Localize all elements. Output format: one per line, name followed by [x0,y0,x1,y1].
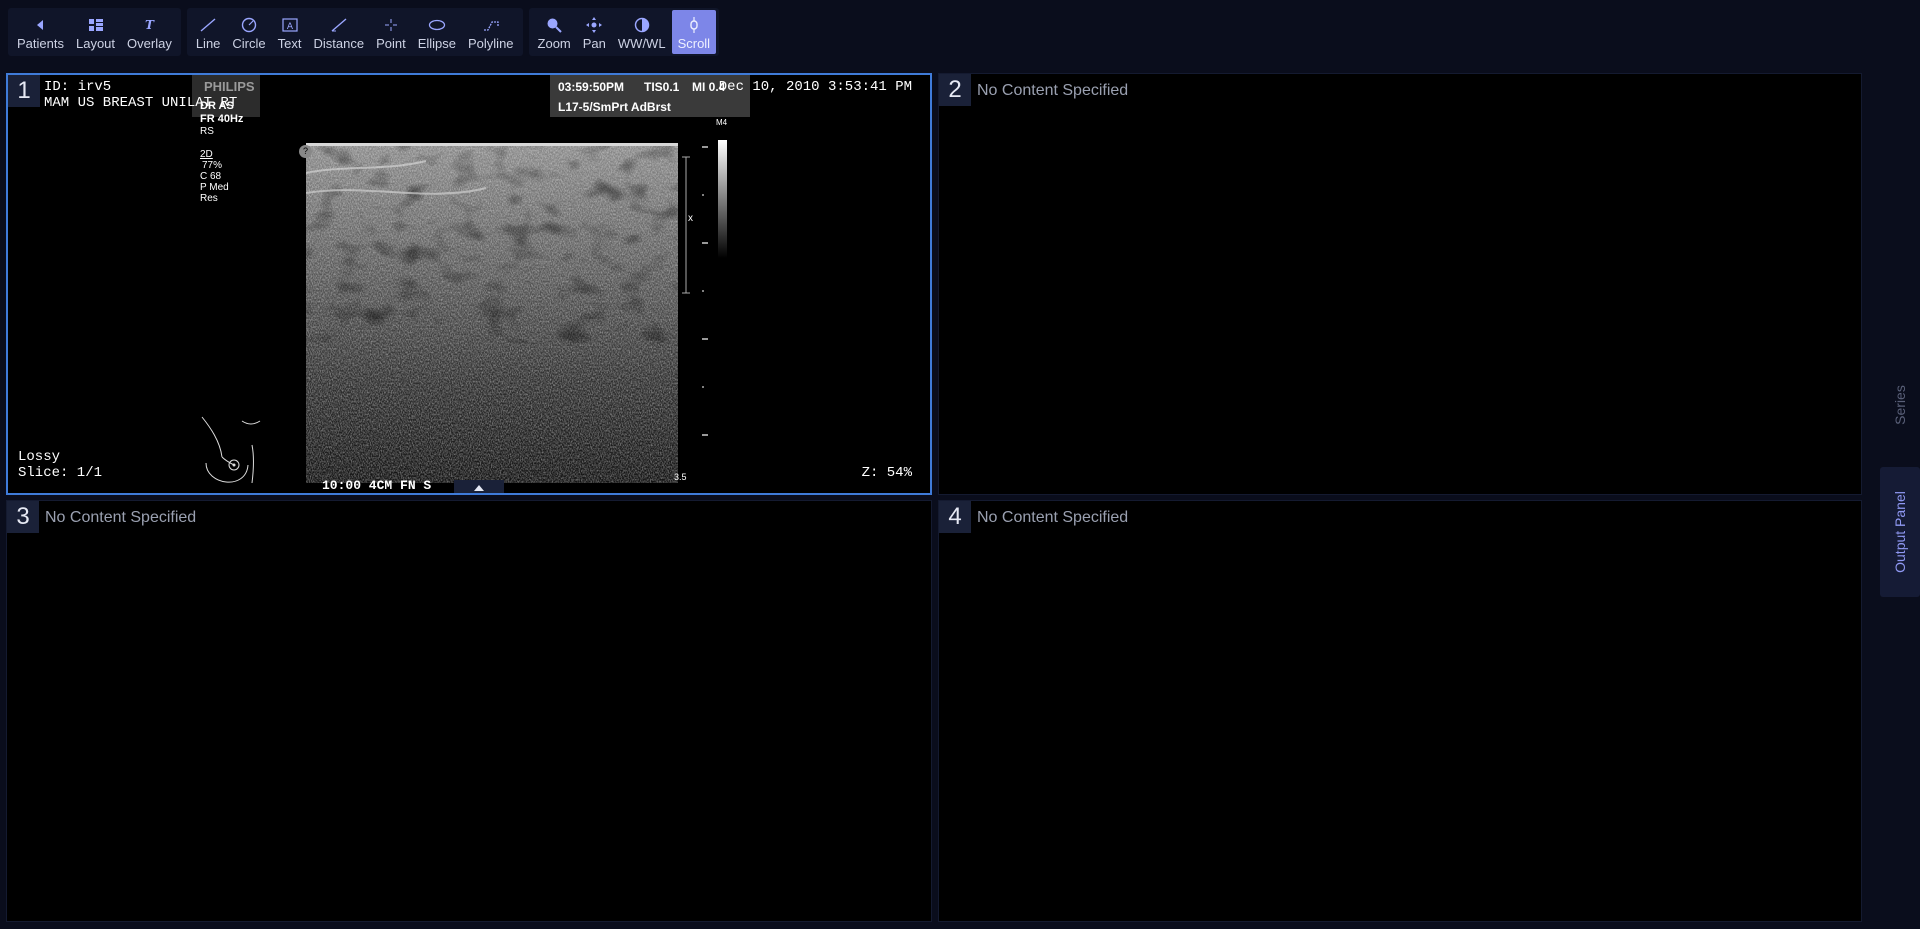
persistence-param: P Med [200,182,229,193]
contrast-icon [634,16,650,34]
acquisition-time: 03:59:50PM [558,80,625,94]
viewport-number: 1 [8,75,40,107]
line-icon [200,16,216,34]
depth-value: 3.5 [674,472,687,482]
study-date: Dec 10, 2010 3:53:41 PM [718,79,912,95]
toolbar-group-image: Zoom Pan WW/WL Scroll [528,8,720,56]
circle-button[interactable]: Circle [226,10,271,54]
distance-button[interactable]: Distance [307,10,370,54]
viewport-number: 2 [939,74,971,106]
pan-icon [586,16,603,34]
tis-value: TIS0.1 [644,80,680,94]
viewport-number: 3 [7,501,39,533]
zoom-level: Z: 54% [861,465,912,481]
zoom-button[interactable]: Zoom [532,10,577,54]
cine-toggle-button[interactable] [454,480,504,493]
focus-marker: x [688,213,693,224]
zoom-icon [546,16,562,34]
chevron-up-icon [474,485,484,491]
layout-grid-icon [88,16,103,34]
svg-text:A: A [286,22,293,32]
patients-label: Patients [17,36,64,51]
rs-param: RS [200,126,214,137]
polyline-label: Polyline [468,36,514,51]
scroll-icon [688,16,700,34]
output-panel-tab[interactable]: Output Panel [1880,467,1920,597]
polyline-button[interactable]: Polyline [462,10,520,54]
overlay-label: Overlay [127,36,172,51]
dr-param: DR AS [200,100,234,112]
viewport-4[interactable]: 4 No Content Specified [938,500,1862,922]
point-button[interactable]: Point [370,10,412,54]
circle-label: Circle [232,36,266,51]
text-icon: A [281,16,298,34]
empty-viewport-message: No Content Specified [977,509,1129,526]
toolbar: Patients Layout T Overlay Line Circle A [8,8,720,56]
toolbar-group-annotations: Line Circle A Text Distance Point Ellips… [186,8,523,56]
series-tab-label: Series [1892,385,1908,425]
clock-probe-position: 10:00 4CM FN S [322,478,432,493]
ellipse-button[interactable]: Ellipse [412,10,462,54]
layout-button[interactable]: Layout [70,10,121,54]
patients-button[interactable]: Patients [11,10,70,54]
frame-rate: FR 40Hz [200,113,244,125]
scroll-button[interactable]: Scroll [671,10,717,54]
compression-label: Lossy [18,449,61,465]
wwwl-label: WW/WL [617,36,666,51]
point-icon [384,16,398,34]
circle-icon [241,16,257,34]
grayscale-bar [718,140,727,258]
scroll-label: Scroll [677,36,711,51]
pan-button[interactable]: Pan [577,10,612,54]
viewer-app: Patients Layout T Overlay Line Circle A [0,0,1920,929]
map-label: M4 [716,118,728,127]
point-label: Point [376,36,406,51]
resolution-param: Res [200,193,218,204]
ellipse-label: Ellipse [417,36,456,51]
pan-label: Pan [582,36,606,51]
side-panel: Series Output Panel [1880,60,1920,929]
body-marker-icon [201,416,261,484]
gain-value: 77% [202,160,223,171]
contrast-param: C 68 [200,171,222,182]
polyline-icon [482,16,500,34]
line-button[interactable]: Line [190,10,227,54]
distance-label: Distance [313,36,365,51]
brand-label: PHILIPS [204,79,255,94]
viewport-number: 4 [939,501,971,533]
empty-viewport-message: No Content Specified [977,82,1129,99]
series-tab[interactable]: Series [1880,360,1920,450]
depth-scale [682,146,708,436]
chevron-left-icon [35,16,45,34]
zoom-label: Zoom [537,36,571,51]
wwwl-button[interactable]: WW/WL [612,10,672,54]
empty-viewport-message: No Content Specified [45,509,197,526]
distance-icon [331,16,347,34]
orientation-marker-icon: ? [299,145,312,158]
layout-label: Layout [75,36,116,51]
ellipse-icon [428,16,446,34]
overlay-text-icon: T [144,18,154,32]
viewport-2[interactable]: 2 No Content Specified [938,73,1862,495]
text-label: Text [277,36,302,51]
patient-id: ID: irv5 [44,79,112,95]
text-button[interactable]: A Text [272,10,308,54]
toolbar-group-navigation: Patients Layout T Overlay [8,8,181,56]
slice-indicator: Slice: 1/1 [18,465,103,481]
ultrasound-image [306,143,678,483]
output-panel-tab-label: Output Panel [1892,491,1909,573]
viewport-1[interactable]: 1 PHILIPS 03:59:50PM TIS0.1 MI 0.4 L17-5… [6,73,932,495]
viewport-3[interactable]: 3 No Content Specified [6,500,932,922]
line-label: Line [195,36,221,51]
overlay-button[interactable]: T Overlay [121,10,178,54]
probe-label: L17-5/SmPrt AdBrst [558,100,671,114]
